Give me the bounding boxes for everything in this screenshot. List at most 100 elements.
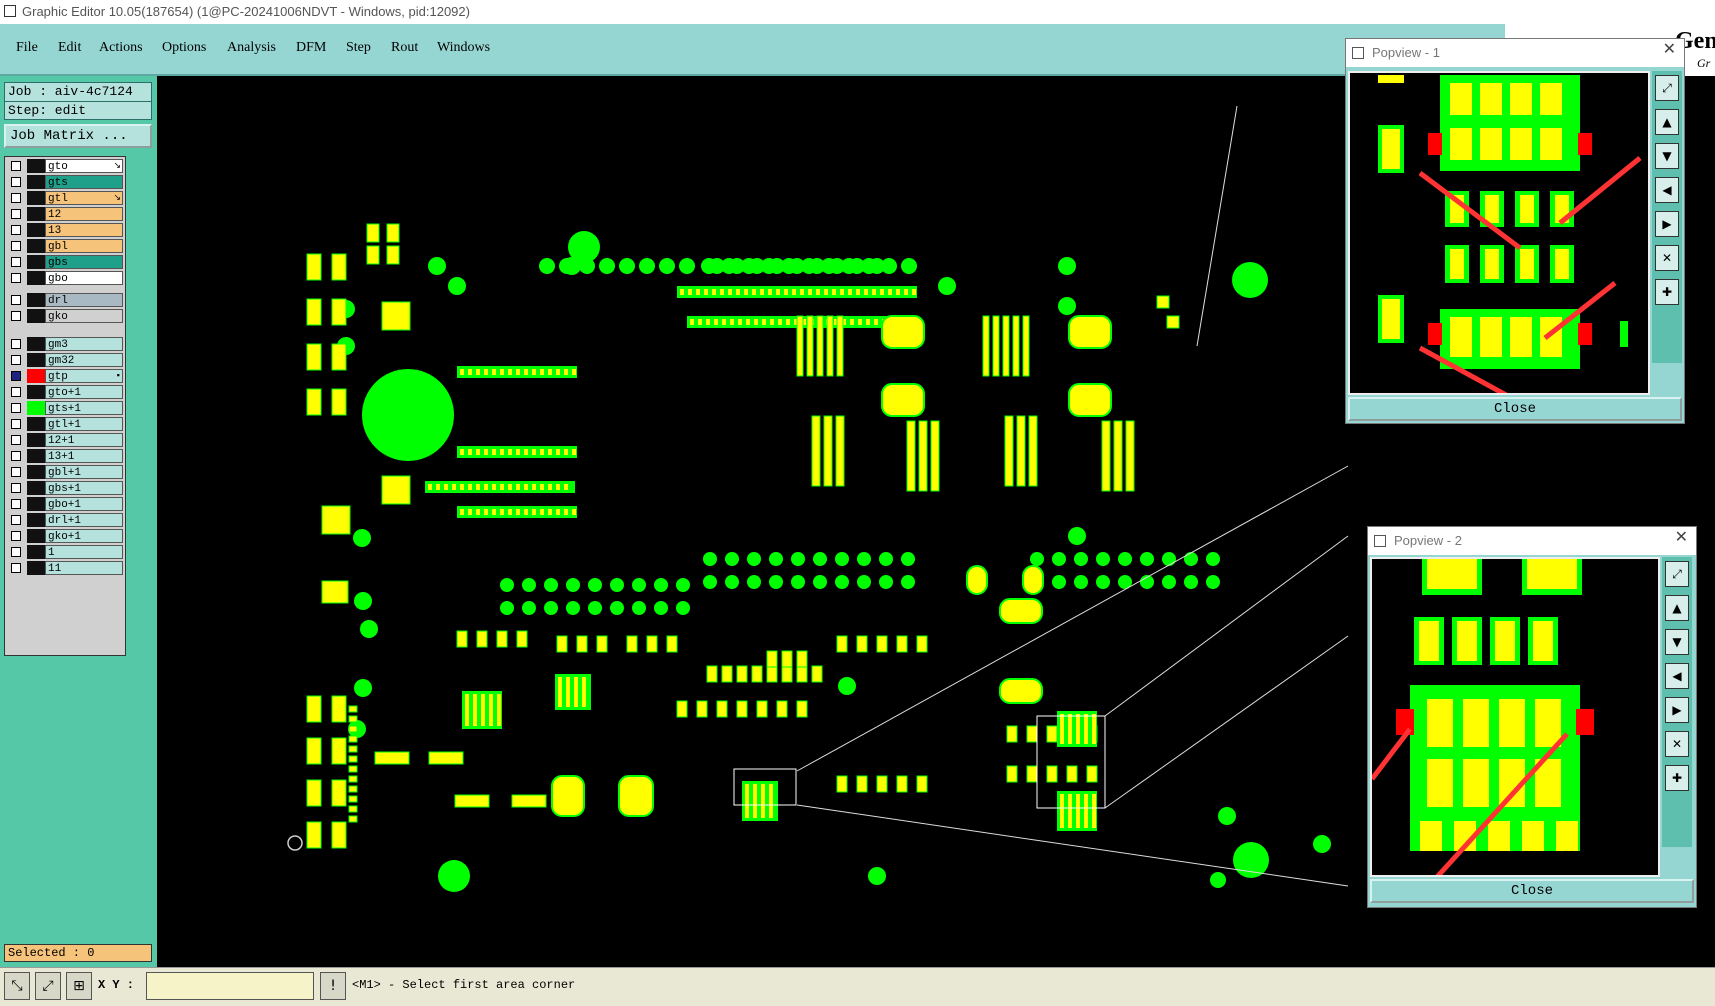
layer-color-swatch[interactable] xyxy=(27,417,45,431)
popview-1-zoom-in-icon[interactable]: ✚ xyxy=(1655,279,1679,305)
layer-checkbox[interactable] xyxy=(11,177,21,187)
layer-checkbox[interactable] xyxy=(11,499,21,509)
layer-color-swatch[interactable] xyxy=(27,465,45,479)
menu-dfm[interactable]: DFM xyxy=(296,40,326,56)
popview-1-zoom-fit-icon[interactable]: ⤢ xyxy=(1655,75,1679,101)
layer-row-gto-plus-1[interactable]: gto+1 xyxy=(7,385,123,399)
job-matrix-button[interactable]: Job Matrix ... xyxy=(4,124,152,148)
layer-color-swatch[interactable] xyxy=(27,207,45,221)
layer-row-12-plus-1[interactable]: 12+1 xyxy=(7,433,123,447)
layer-color-swatch[interactable] xyxy=(27,159,45,173)
layer-checkbox[interactable] xyxy=(11,531,21,541)
layer-checkbox[interactable] xyxy=(11,371,21,381)
popview-1-pan-down-icon[interactable]: ▼ xyxy=(1655,143,1679,169)
layer-row-gm3[interactable]: gm3 xyxy=(7,337,123,351)
popview-2-zoom-in-icon[interactable]: ✚ xyxy=(1665,765,1689,791)
layer-color-swatch[interactable] xyxy=(27,433,45,447)
layer-color-swatch[interactable] xyxy=(27,255,45,269)
layer-color-swatch[interactable] xyxy=(27,545,45,559)
popview-1-close-icon[interactable]: ✕ xyxy=(1663,39,1676,58)
layer-color-swatch[interactable] xyxy=(27,497,45,511)
popview-2-zoom-out-icon[interactable]: ✕ xyxy=(1665,731,1689,757)
popview-1-pan-up-icon[interactable]: ▲ xyxy=(1655,109,1679,135)
layer-checkbox[interactable] xyxy=(11,209,21,219)
layer-row-13-plus-1[interactable]: 13+1 xyxy=(7,449,123,463)
layer-color-swatch[interactable] xyxy=(27,337,45,351)
layer-checkbox[interactable] xyxy=(11,451,21,461)
layer-checkbox[interactable] xyxy=(11,403,21,413)
layer-checkbox[interactable] xyxy=(11,311,21,321)
graphic-canvas[interactable] xyxy=(157,76,1505,967)
layer-checkbox[interactable] xyxy=(11,387,21,397)
layer-row-13[interactable]: 13 xyxy=(7,223,123,237)
menu-edit[interactable]: Edit xyxy=(58,40,81,56)
xy-input[interactable] xyxy=(146,972,314,1000)
layer-color-swatch[interactable] xyxy=(27,309,45,323)
popview-1-view[interactable] xyxy=(1348,71,1650,411)
layer-checkbox[interactable] xyxy=(11,483,21,493)
layer-checkbox[interactable] xyxy=(11,225,21,235)
layer-row-gtl[interactable]: gtl ↘ xyxy=(7,191,123,205)
popview-1-close-button[interactable]: Close xyxy=(1348,397,1682,421)
layer-checkbox[interactable] xyxy=(11,241,21,251)
layer-checkbox[interactable] xyxy=(11,295,21,305)
layer-row-gbs[interactable]: gbs xyxy=(7,255,123,269)
layer-row-drl-plus-1[interactable]: drl+1 xyxy=(7,513,123,527)
layer-color-swatch[interactable] xyxy=(27,529,45,543)
menu-rout[interactable]: Rout xyxy=(391,40,418,56)
popview-2-pan-right-icon[interactable]: ▶ xyxy=(1665,697,1689,723)
layer-color-swatch[interactable] xyxy=(27,449,45,463)
layer-row-gbo-plus-1[interactable]: gbo+1 xyxy=(7,497,123,511)
layer-row-gko-plus-1[interactable]: gko+1 xyxy=(7,529,123,543)
layer-checkbox[interactable] xyxy=(11,563,21,573)
layer-row-gts[interactable]: gts xyxy=(7,175,123,189)
layer-checkbox[interactable] xyxy=(11,467,21,477)
layer-color-swatch[interactable] xyxy=(27,481,45,495)
popview-1-zoom-out-icon[interactable]: ✕ xyxy=(1655,245,1679,271)
layer-row-gko[interactable]: gko xyxy=(7,309,123,323)
layer-color-swatch[interactable] xyxy=(27,353,45,367)
layer-row-gto[interactable]: gto ↘ xyxy=(7,159,123,173)
pcb-board-view[interactable] xyxy=(157,76,1505,967)
popview-2-view[interactable] xyxy=(1370,557,1660,901)
layer-checkbox[interactable] xyxy=(11,419,21,429)
popview-2-pan-down-icon[interactable]: ▼ xyxy=(1665,629,1689,655)
layer-color-swatch[interactable] xyxy=(27,191,45,205)
layer-row-gts-plus-1[interactable]: gts+1 xyxy=(7,401,123,415)
layer-row-gbl[interactable]: gbl xyxy=(7,239,123,253)
popview-2-pan-left-icon[interactable]: ◀ xyxy=(1665,663,1689,689)
menu-analysis[interactable]: Analysis xyxy=(227,40,276,56)
layer-checkbox[interactable] xyxy=(11,515,21,525)
layer-color-swatch[interactable] xyxy=(27,175,45,189)
layer-row-12[interactable]: 12 xyxy=(7,207,123,221)
layer-row-drl[interactable]: drl xyxy=(7,293,123,307)
layer-color-swatch[interactable] xyxy=(27,223,45,237)
layer-checkbox[interactable] xyxy=(11,193,21,203)
layer-color-swatch[interactable] xyxy=(27,513,45,527)
popview-2-close-icon[interactable]: ✕ xyxy=(1675,527,1688,546)
layer-checkbox[interactable] xyxy=(11,547,21,557)
layer-row-gm32[interactable]: gm32 xyxy=(7,353,123,367)
menu-file[interactable]: File xyxy=(16,40,38,56)
layer-color-swatch[interactable] xyxy=(27,401,45,415)
layer-row-gtp[interactable]: gtp ▪ xyxy=(7,369,123,383)
layer-row-gbl-plus-1[interactable]: gbl+1 xyxy=(7,465,123,479)
grid-icon[interactable]: ⊞ xyxy=(66,972,92,1000)
popview-2-pan-up-icon[interactable]: ▲ xyxy=(1665,595,1689,621)
layer-checkbox[interactable] xyxy=(11,257,21,267)
menu-actions[interactable]: Actions xyxy=(99,40,143,56)
layer-checkbox[interactable] xyxy=(11,273,21,283)
measure-icon[interactable]: ⤢ xyxy=(35,972,61,1000)
popview-1-pan-right-icon[interactable]: ▶ xyxy=(1655,211,1679,237)
layer-checkbox[interactable] xyxy=(11,355,21,365)
menu-step[interactable]: Step xyxy=(346,40,371,56)
layer-checkbox[interactable] xyxy=(11,339,21,349)
layer-row-gbs-plus-1[interactable]: gbs+1 xyxy=(7,481,123,495)
layer-color-swatch[interactable] xyxy=(27,239,45,253)
popview-1-pan-left-icon[interactable]: ◀ xyxy=(1655,177,1679,203)
popview-2-drawing[interactable] xyxy=(1370,559,1658,901)
snap-icon[interactable]: ⤡ xyxy=(4,972,30,1000)
layer-row-gbo[interactable]: gbo xyxy=(7,271,123,285)
layer-row-11[interactable]: 11 xyxy=(7,561,123,575)
layer-checkbox[interactable] xyxy=(11,161,21,171)
